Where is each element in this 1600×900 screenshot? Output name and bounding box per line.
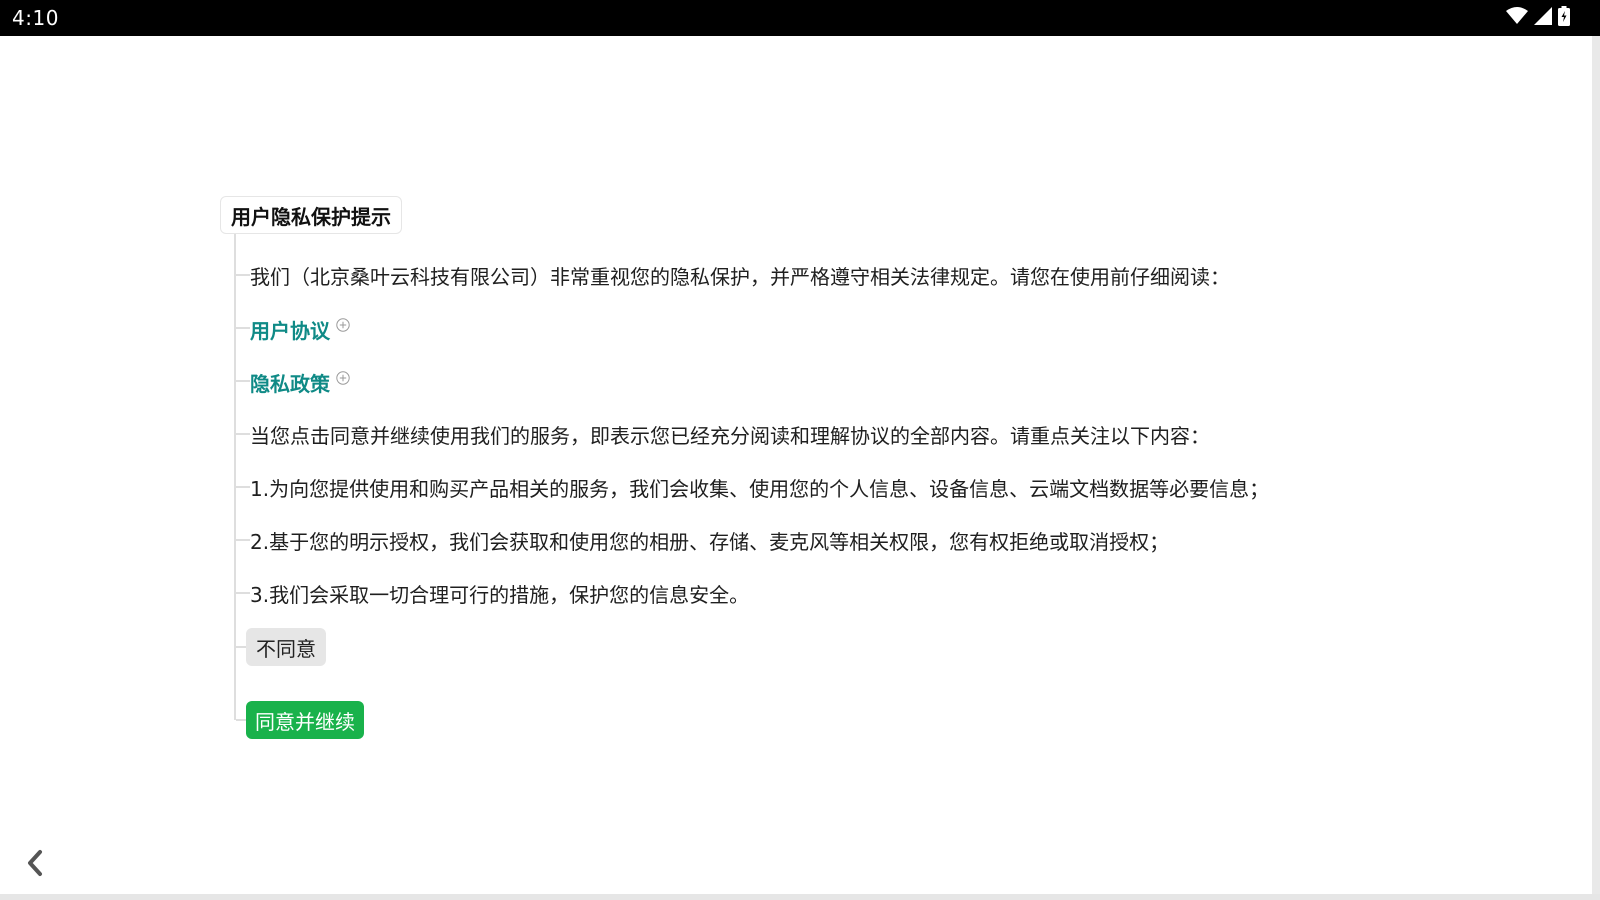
privacy-policy-label: 隐私政策 <box>250 371 330 396</box>
status-bar: 4:10 <box>0 0 1600 36</box>
signal-icon <box>1534 7 1552 29</box>
agree-continue-button[interactable]: 同意并继续 <box>246 701 364 739</box>
content-area <box>0 36 1590 894</box>
branch-tick <box>236 486 250 488</box>
point-3-text: 3.我们会采取一切合理可行的措施，保护您的信息安全。 <box>250 582 750 607</box>
point-2-text: 2.基于您的明示授权，我们会获取和使用您的相册、存储、麦克风等相关权限，您有权拒… <box>250 529 1170 554</box>
wifi-icon <box>1506 7 1528 29</box>
branch-tick <box>236 433 250 435</box>
point-3-branch: 3.我们会采取一切合理可行的措施，保护您的信息安全。 <box>236 576 749 610</box>
expand-plus-icon[interactable] <box>336 366 350 385</box>
agree-branch: 同意并继续 <box>236 701 364 739</box>
point-1-branch: 1.为向您提供使用和购买产品相关的服务，我们会收集、使用您的个人信息、设备信息、… <box>236 470 1269 504</box>
branch-tick <box>236 327 250 329</box>
disagree-button[interactable]: 不同意 <box>246 628 326 666</box>
expand-plus-icon[interactable] <box>336 313 350 332</box>
user-agreement-branch: 用户协议 <box>236 311 350 345</box>
branch-tick <box>236 274 250 276</box>
point-1-text: 1.为向您提供使用和购买产品相关的服务，我们会收集、使用您的个人信息、设备信息、… <box>250 476 1270 501</box>
branch-tick <box>236 539 250 541</box>
point-2-branch: 2.基于您的明示授权，我们会获取和使用您的相册、存储、麦克风等相关权限，您有权拒… <box>236 523 1169 557</box>
intro-text: 我们（北京桑叶云科技有限公司）非常重视您的隐私保护，并严格遵守相关法律规定。请您… <box>250 264 1230 289</box>
page-title: 用户隐私保护提示 <box>231 204 391 229</box>
user-agreement-label: 用户协议 <box>250 318 330 343</box>
user-agreement-link[interactable]: 用户协议 <box>250 313 350 344</box>
status-icons <box>1500 6 1570 30</box>
chevron-left-icon <box>25 849 45 881</box>
branch-tick <box>236 592 250 594</box>
status-time: 4:10 <box>12 6 59 30</box>
notice-text: 当您点击同意并继续使用我们的服务，即表示您已经充分阅读和理解协议的全部内容。请重… <box>250 423 1210 448</box>
privacy-policy-link[interactable]: 隐私政策 <box>250 366 350 397</box>
disagree-branch: 不同意 <box>236 628 326 666</box>
branch-tick <box>236 380 250 382</box>
back-button[interactable] <box>20 848 50 882</box>
notice-branch: 当您点击同意并继续使用我们的服务，即表示您已经充分阅读和理解协议的全部内容。请重… <box>236 417 1210 451</box>
battery-icon <box>1558 6 1570 30</box>
right-edge <box>1592 36 1600 900</box>
privacy-title-node: 用户隐私保护提示 <box>220 196 402 234</box>
intro-branch: 我们（北京桑叶云科技有限公司）非常重视您的隐私保护，并严格遵守相关法律规定。请您… <box>236 258 1230 292</box>
bottom-edge <box>0 894 1600 900</box>
privacy-policy-branch: 隐私政策 <box>236 364 350 398</box>
